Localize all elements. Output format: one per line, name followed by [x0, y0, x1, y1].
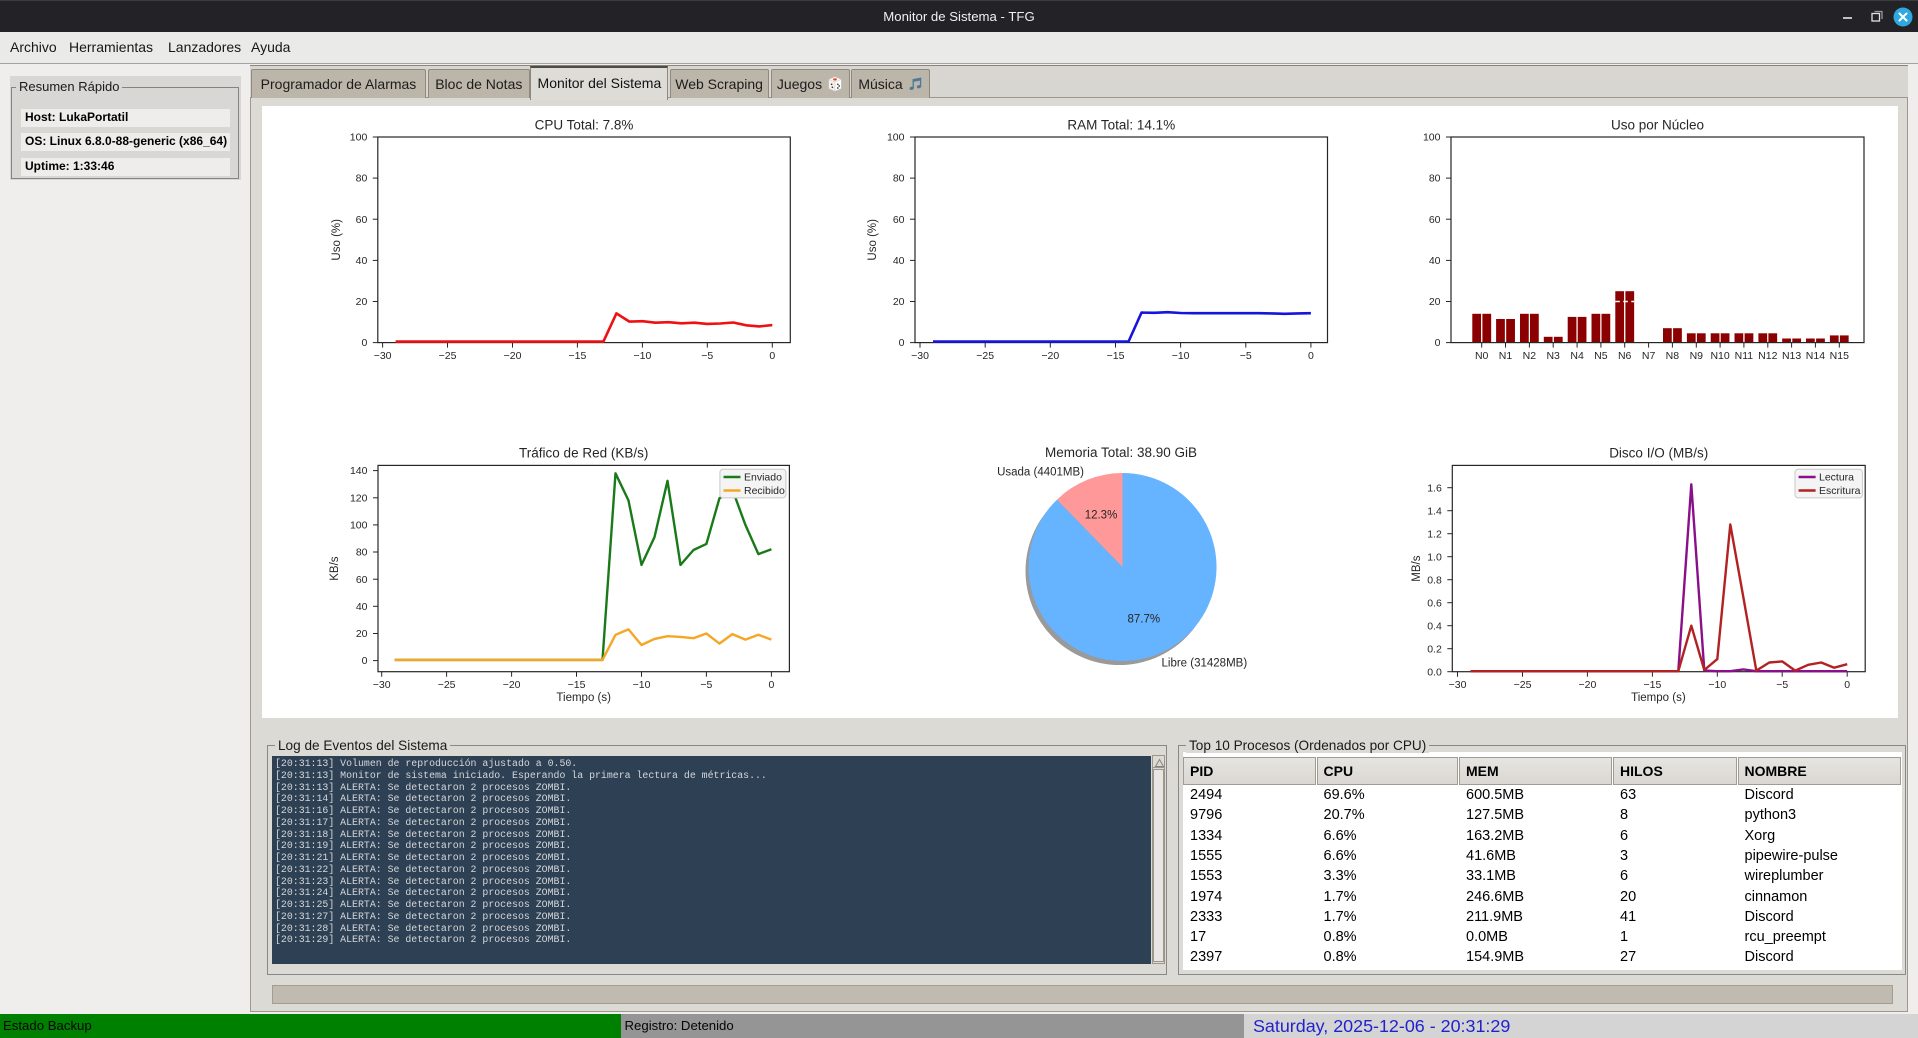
svg-text:−20: −20: [1041, 350, 1059, 362]
svg-text:−5: −5: [1240, 350, 1252, 362]
svg-text:−25: −25: [439, 350, 457, 362]
svg-text:0: 0: [1844, 679, 1850, 691]
svg-text:40: 40: [893, 255, 905, 267]
svg-text:−5: −5: [1776, 679, 1788, 691]
svg-text:60: 60: [1429, 214, 1441, 226]
svg-text:20: 20: [1429, 296, 1441, 308]
svg-text:N12: N12: [1758, 350, 1777, 362]
svg-text:80: 80: [356, 173, 368, 185]
svg-text:−10: −10: [633, 350, 651, 362]
svg-text:N14: N14: [1806, 350, 1825, 362]
svg-text:−10: −10: [1708, 679, 1726, 691]
svg-text:60: 60: [893, 214, 905, 226]
svg-text:0.8: 0.8: [1427, 574, 1442, 586]
svg-text:Enviado: Enviado: [744, 472, 782, 484]
svg-text:87.7%: 87.7%: [1127, 614, 1160, 626]
svg-text:12.3%: 12.3%: [1085, 510, 1118, 522]
svg-text:120: 120: [350, 492, 368, 504]
svg-text:−30: −30: [374, 350, 392, 362]
svg-text:−30: −30: [1449, 679, 1467, 691]
svg-text:N9: N9: [1690, 350, 1704, 362]
svg-text:20: 20: [356, 296, 368, 308]
svg-text:−5: −5: [701, 350, 713, 362]
svg-text:−20: −20: [504, 350, 522, 362]
svg-text:−25: −25: [976, 350, 994, 362]
svg-text:Usada (4401MB): Usada (4401MB): [997, 467, 1084, 479]
svg-text:0: 0: [1435, 337, 1441, 349]
svg-text:N15: N15: [1830, 350, 1849, 362]
svg-text:0: 0: [362, 655, 368, 667]
svg-text:−10: −10: [1172, 350, 1190, 362]
svg-text:0: 0: [1308, 350, 1314, 362]
svg-text:Tráfico de Red (KB/s): Tráfico de Red (KB/s): [519, 446, 648, 461]
svg-text:−30: −30: [911, 350, 929, 362]
svg-text:N5: N5: [1594, 350, 1608, 362]
svg-text:N3: N3: [1546, 350, 1560, 362]
svg-text:−15: −15: [1107, 350, 1125, 362]
svg-text:Uso (%): Uso (%): [331, 219, 343, 261]
svg-text:60: 60: [356, 574, 368, 586]
svg-text:KB/s: KB/s: [329, 556, 341, 581]
svg-text:20: 20: [356, 628, 368, 640]
svg-text:Libre (31428MB): Libre (31428MB): [1162, 658, 1248, 670]
svg-text:N10: N10: [1710, 350, 1729, 362]
svg-text:100: 100: [1423, 132, 1441, 144]
svg-text:−15: −15: [568, 679, 586, 691]
svg-text:0: 0: [769, 350, 775, 362]
svg-text:60: 60: [356, 214, 368, 226]
svg-text:80: 80: [356, 547, 368, 559]
svg-text:1.4: 1.4: [1427, 505, 1442, 517]
svg-text:−15: −15: [568, 350, 586, 362]
svg-text:N4: N4: [1570, 350, 1584, 362]
svg-text:Memoria Total: 38.90 GiB: Memoria Total: 38.90 GiB: [1045, 445, 1197, 460]
svg-text:0: 0: [361, 337, 367, 349]
svg-text:−15: −15: [1643, 679, 1661, 691]
svg-text:1.6: 1.6: [1427, 482, 1442, 494]
svg-text:1.0: 1.0: [1427, 551, 1442, 563]
svg-text:N2: N2: [1523, 350, 1537, 362]
svg-text:0.0: 0.0: [1427, 666, 1442, 678]
svg-text:−25: −25: [438, 679, 456, 691]
svg-text:N0: N0: [1475, 350, 1489, 362]
svg-text:N7: N7: [1642, 350, 1656, 362]
svg-text:N6: N6: [1618, 350, 1632, 362]
svg-text:Tiempo (s): Tiempo (s): [556, 692, 611, 704]
svg-text:−10: −10: [633, 679, 651, 691]
svg-text:Lectura: Lectura: [1819, 472, 1854, 484]
svg-text:100: 100: [350, 520, 368, 532]
svg-text:40: 40: [356, 601, 368, 613]
svg-text:0.2: 0.2: [1427, 643, 1442, 655]
svg-text:80: 80: [1429, 173, 1441, 185]
svg-text:100: 100: [887, 132, 905, 144]
svg-text:100: 100: [350, 132, 368, 144]
svg-text:Disco I/O (MB/s): Disco I/O (MB/s): [1609, 446, 1708, 461]
svg-text:−20: −20: [503, 679, 521, 691]
svg-text:Escritura: Escritura: [1819, 485, 1861, 497]
svg-text:0.4: 0.4: [1427, 620, 1442, 632]
svg-text:−5: −5: [700, 679, 712, 691]
svg-text:N1: N1: [1499, 350, 1513, 362]
svg-text:N13: N13: [1782, 350, 1801, 362]
svg-text:20: 20: [893, 296, 905, 308]
svg-text:Tiempo (s): Tiempo (s): [1631, 692, 1686, 704]
svg-text:−20: −20: [1578, 679, 1596, 691]
svg-text:Uso (%): Uso (%): [867, 219, 879, 261]
svg-text:−30: −30: [373, 679, 391, 691]
svg-text:140: 140: [350, 465, 368, 477]
svg-text:N8: N8: [1666, 350, 1680, 362]
svg-text:40: 40: [356, 255, 368, 267]
svg-text:N11: N11: [1735, 350, 1754, 362]
svg-text:40: 40: [1429, 255, 1441, 267]
svg-text:0: 0: [768, 679, 774, 691]
svg-text:−25: −25: [1514, 679, 1532, 691]
svg-text:Recibido: Recibido: [744, 485, 785, 497]
svg-text:1.2: 1.2: [1427, 528, 1442, 540]
svg-text:Uso por Núcleo: Uso por Núcleo: [1611, 118, 1704, 133]
svg-text:CPU Total: 7.8%: CPU Total: 7.8%: [535, 118, 634, 133]
svg-text:MB/s: MB/s: [1411, 555, 1423, 581]
svg-text:0: 0: [899, 337, 905, 349]
svg-text:RAM Total: 14.1%: RAM Total: 14.1%: [1067, 118, 1175, 133]
svg-text:80: 80: [893, 173, 905, 185]
svg-text:0.6: 0.6: [1427, 597, 1442, 609]
